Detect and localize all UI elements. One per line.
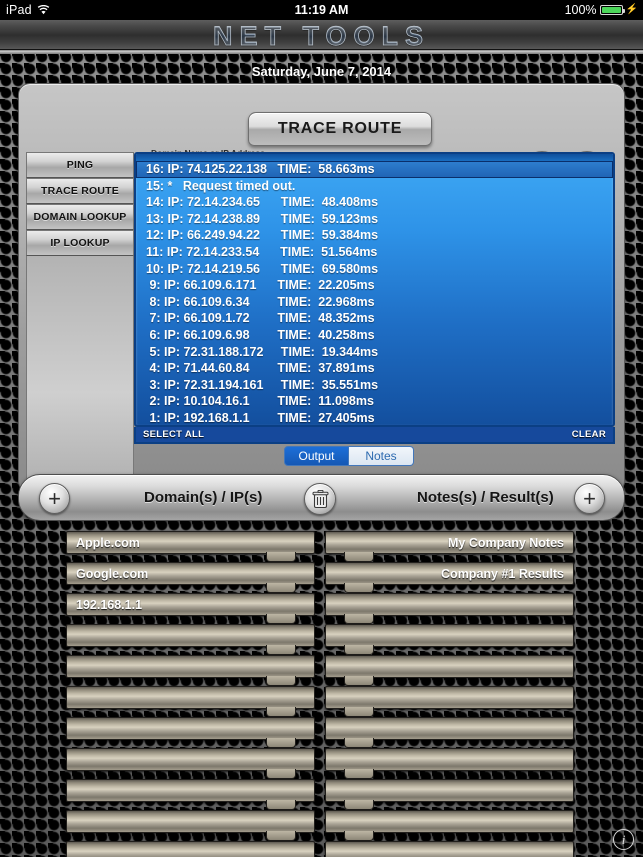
select-all-button[interactable]: SELECT ALL: [143, 429, 204, 440]
add-note-button[interactable]: +: [574, 483, 605, 514]
battery-percent: 100%: [564, 3, 597, 17]
list-item[interactable]: [325, 841, 574, 857]
list-item[interactable]: [66, 748, 315, 779]
output-row[interactable]: 8: IP: 66.109.6.34 TIME: 22.968ms: [136, 294, 613, 311]
output-row[interactable]: 3: IP: 72.31.194.161 TIME: 35.551ms: [136, 377, 613, 394]
info-icon[interactable]: i: [613, 829, 634, 850]
plus-icon: +: [48, 485, 61, 511]
output-row[interactable]: 12: IP: 66.249.94.22 TIME: 59.384ms: [136, 227, 613, 244]
trash-icon: [312, 489, 328, 508]
delete-button[interactable]: [304, 483, 336, 515]
ios-status-bar: iPad 11:19 AM 100% ⚡: [0, 0, 643, 20]
list-item[interactable]: [325, 624, 574, 655]
list-item[interactable]: [325, 748, 574, 779]
date-label: Saturday, June 7, 2014: [251, 64, 392, 79]
output-row[interactable]: 9: IP: 66.109.6.171 TIME: 22.205ms: [136, 277, 613, 294]
list-item[interactable]: [66, 686, 315, 717]
entry-lists: Apple.com Google.com 192.168.1.1 My Comp…: [0, 531, 643, 857]
output-row[interactable]: 6: IP: 66.109.6.98 TIME: 40.258ms: [136, 327, 613, 344]
output-footer: SELECT ALL CLEAR: [134, 427, 615, 444]
list-item-label: Google.com: [76, 566, 149, 581]
sidebar-item-ping[interactable]: PING: [26, 152, 134, 178]
list-item-label: Apple.com: [76, 535, 140, 550]
output-row[interactable]: 2: IP: 10.104.16.1 TIME: 11.098ms: [136, 393, 613, 410]
top-panel: TRACE ROUTE Domain Name or IP Address Go…: [18, 83, 625, 493]
list-item[interactable]: [66, 810, 315, 841]
list-item[interactable]: [325, 593, 574, 624]
list-item[interactable]: [66, 655, 315, 686]
output-row[interactable]: 1: IP: 192.168.1.1 TIME: 27.405ms: [136, 410, 613, 425]
main-screen: Saturday, June 7, 2014 TRACE ROUTE Domai…: [0, 50, 643, 857]
page-title: NET TOOLS: [0, 21, 643, 52]
output-row[interactable]: 14: IP: 72.14.234.65 TIME: 48.408ms: [136, 194, 613, 211]
list-item[interactable]: Google.com: [66, 562, 315, 593]
list-item[interactable]: [325, 810, 574, 841]
app-title-bar: NET TOOLS: [0, 20, 643, 52]
list-item[interactable]: 192.168.1.1: [66, 593, 315, 624]
list-item[interactable]: Apple.com: [66, 531, 315, 562]
output-row[interactable]: 16: IP: 74.125.22.138 TIME: 58.663ms: [136, 161, 613, 178]
list-item[interactable]: [66, 624, 315, 655]
sidebar-item-trace-route[interactable]: TRACE ROUTE: [26, 178, 134, 204]
sidebar-item-ip-lookup[interactable]: IP LOOKUP: [26, 230, 134, 256]
battery-icon: [599, 5, 625, 15]
sidebar-item-domain-lookup[interactable]: DOMAIN LOOKUP: [26, 204, 134, 230]
tab-notes[interactable]: Notes: [349, 446, 414, 466]
domains-list: Apple.com Google.com 192.168.1.1: [66, 531, 315, 857]
list-item-label: 192.168.1.1: [76, 597, 143, 612]
output-list[interactable]: 16: IP: 74.125.22.138 TIME: 58.663ms 15:…: [134, 152, 615, 427]
list-item[interactable]: [325, 686, 574, 717]
output-notes-tabs: Output Notes: [284, 446, 414, 466]
status-bar-right: 100% ⚡: [565, 3, 638, 17]
status-bar-clock: 11:19 AM: [294, 3, 349, 17]
domains-column-header: Domain(s) / IP(s): [144, 489, 263, 506]
output-row[interactable]: 5: IP: 72.31.188.172 TIME: 19.344ms: [136, 344, 613, 361]
app-root: iPad 11:19 AM 100% ⚡ NET TOOLS Saturday,…: [0, 0, 643, 857]
output-row[interactable]: 4: IP: 71.44.60.84 TIME: 37.891ms: [136, 360, 613, 377]
notes-column-header: Notes(s) / Result(s): [417, 489, 554, 506]
list-item[interactable]: [325, 779, 574, 810]
clear-button[interactable]: CLEAR: [572, 429, 606, 440]
list-item[interactable]: [66, 717, 315, 748]
list-item-label: My Company Notes: [448, 535, 564, 550]
plus-icon: +: [583, 485, 596, 511]
output-row[interactable]: 13: IP: 72.14.238.89 TIME: 59.123ms: [136, 211, 613, 228]
lightning-bolt-icon: ⚡: [625, 4, 638, 15]
output-row[interactable]: 10: IP: 72.14.219.56 TIME: 69.580ms: [136, 261, 613, 278]
mode-button[interactable]: TRACE ROUTE: [248, 112, 432, 146]
list-item[interactable]: [66, 841, 315, 857]
add-domain-button[interactable]: +: [39, 483, 70, 514]
list-item[interactable]: Company #1 Results: [325, 562, 574, 593]
tab-output[interactable]: Output: [284, 446, 349, 466]
list-item[interactable]: [325, 717, 574, 748]
list-item[interactable]: [66, 779, 315, 810]
list-item[interactable]: My Company Notes: [325, 531, 574, 562]
list-item[interactable]: [325, 655, 574, 686]
notes-list: My Company Notes Company #1 Results: [325, 531, 574, 857]
output-row[interactable]: 11: IP: 72.14.233.54 TIME: 51.564ms: [136, 244, 613, 261]
list-toolbar: + Domain(s) / IP(s) Notes(s) / Result(s)…: [18, 474, 625, 521]
output-list-top-edge: [136, 154, 613, 161]
output-row[interactable]: 15: * Request timed out.: [136, 178, 613, 195]
list-item-label: Company #1 Results: [441, 566, 564, 581]
output-row[interactable]: 7: IP: 66.109.1.72 TIME: 48.352ms: [136, 310, 613, 327]
